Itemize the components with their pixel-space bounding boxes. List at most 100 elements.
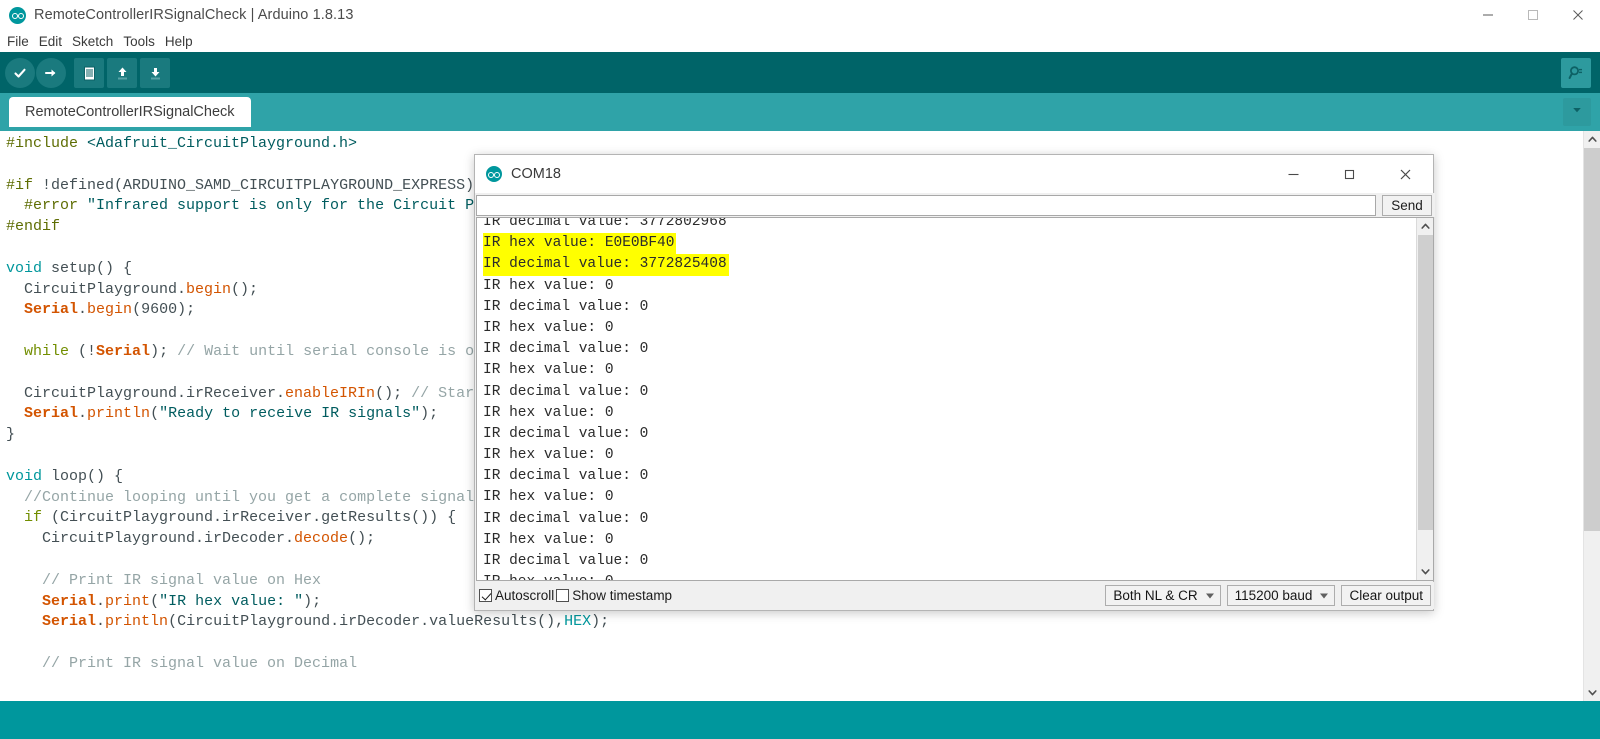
close-icon[interactable] bbox=[1555, 0, 1600, 30]
sketch-tab[interactable]: RemoteControllerIRSignalCheck bbox=[9, 97, 251, 127]
show-timestamp-checkbox[interactable]: Show timestamp bbox=[556, 588, 672, 603]
minimize-icon[interactable] bbox=[1265, 155, 1321, 193]
serial-output-line: IR decimal value: 3772802968 bbox=[483, 218, 729, 233]
tab-strip: RemoteControllerIRSignalCheck bbox=[0, 93, 1600, 131]
serial-scroll-thumb[interactable] bbox=[1418, 235, 1433, 530]
code-token: () { bbox=[96, 259, 133, 277]
scroll-up-icon[interactable] bbox=[1417, 218, 1433, 235]
serial-line: IR decimal value: 0 bbox=[483, 510, 649, 527]
arduino-icon bbox=[486, 166, 502, 182]
code-token: println bbox=[105, 613, 169, 631]
code-token: if bbox=[24, 509, 43, 527]
save-sketch-button[interactable] bbox=[140, 58, 170, 88]
code-token: #include bbox=[6, 135, 88, 152]
code-token: . bbox=[78, 301, 88, 319]
serial-output-panel[interactable]: IR decimal value: 3772802968 IR hex value… bbox=[476, 217, 1434, 581]
code-token: !defined(ARDUINO_SAMD_CIRCUITPLAYGROUND_… bbox=[42, 176, 475, 194]
code-token: void bbox=[6, 467, 52, 485]
upload-button[interactable] bbox=[36, 58, 66, 88]
magnifier-icon bbox=[1567, 64, 1585, 82]
show-timestamp-label: Show timestamp bbox=[572, 588, 673, 603]
verify-button[interactable] bbox=[5, 58, 35, 88]
checkbox-box bbox=[556, 589, 570, 602]
serial-output-line: IR decimal value: 0 bbox=[483, 424, 729, 445]
code-token: . bbox=[96, 613, 106, 631]
serial-line: IR decimal value: 0 bbox=[483, 553, 649, 569]
serial-output-scrollbar[interactable] bbox=[1416, 218, 1433, 580]
serial-monitor-title: COM18 bbox=[511, 166, 561, 182]
serial-output-line: IR decimal value: 0 bbox=[483, 339, 729, 360]
serial-line: IR hex value: 0 bbox=[483, 531, 614, 548]
serial-output-line: IR hex value: E0E0BF40 bbox=[483, 233, 729, 255]
arduino-icon bbox=[9, 6, 26, 24]
arrow-up-icon bbox=[114, 65, 131, 82]
code-line: Serial.println(CircuitPlayground.irDecod… bbox=[6, 612, 717, 633]
line-ending-select[interactable]: Both NL & CR bbox=[1105, 585, 1221, 606]
menu-item-tools[interactable]: Tools bbox=[118, 33, 160, 50]
chevron-down-icon bbox=[1320, 593, 1329, 598]
code-token: begin bbox=[186, 280, 232, 298]
editor-scroll-thumb[interactable] bbox=[1584, 148, 1600, 531]
code-token: (CircuitPlayground.irReceiver.getResults… bbox=[42, 509, 457, 527]
arrow-down-icon bbox=[147, 65, 164, 82]
code-token: Serial bbox=[96, 342, 151, 360]
code-token: CircuitPlayground. bbox=[6, 280, 187, 298]
window-title: RemoteControllerIRSignalCheck | Arduino … bbox=[34, 7, 354, 23]
serial-line: IR decimal value: 0 bbox=[483, 383, 649, 400]
autoscroll-label: Autoscroll bbox=[495, 588, 555, 603]
new-sketch-button[interactable] bbox=[74, 58, 104, 88]
serial-send-row: Send bbox=[475, 193, 1435, 217]
check-icon bbox=[12, 65, 28, 81]
clear-output-button[interactable]: Clear output bbox=[1341, 585, 1431, 606]
code-token: (CircuitPlayground.irDecoder.valueResult… bbox=[168, 613, 565, 631]
baud-rate-value: 115200 baud bbox=[1234, 588, 1313, 603]
serial-output-line: IR decimal value: 0 bbox=[483, 551, 729, 572]
serial-input[interactable] bbox=[476, 195, 1376, 216]
close-icon[interactable] bbox=[1377, 155, 1433, 193]
chevron-down-icon bbox=[1205, 593, 1214, 598]
code-token: // Print IR signal value on Hex bbox=[42, 571, 322, 589]
maximize-icon[interactable] bbox=[1510, 0, 1555, 30]
code-token: CircuitPlayground.irReceiver. bbox=[6, 384, 286, 402]
send-button[interactable]: Send bbox=[1382, 195, 1432, 216]
serial-output-line: IR hex value: 0 bbox=[483, 403, 729, 424]
menu-item-edit[interactable]: Edit bbox=[34, 33, 67, 50]
code-token: ); bbox=[591, 613, 610, 631]
baud-rate-select[interactable]: 115200 baud bbox=[1226, 585, 1336, 606]
code-token: HEX bbox=[564, 613, 592, 631]
serial-monitor-button[interactable] bbox=[1561, 58, 1591, 88]
main-toolbar bbox=[0, 52, 1600, 93]
serial-output-line: IR decimal value: 0 bbox=[483, 466, 729, 487]
code-token: print bbox=[105, 592, 151, 610]
maximize-icon[interactable] bbox=[1321, 155, 1377, 193]
menu-bar: File Edit Sketch Tools Help bbox=[0, 30, 1600, 52]
code-token: CircuitPlayground.irDecoder. bbox=[6, 530, 295, 548]
code-token: begin bbox=[87, 301, 133, 319]
open-sketch-button[interactable] bbox=[107, 58, 137, 88]
tab-menu-button[interactable] bbox=[1563, 98, 1591, 126]
serial-output-line: IR hex value: 0 bbox=[483, 572, 729, 580]
menu-item-sketch[interactable]: Sketch bbox=[67, 33, 118, 50]
autoscroll-checkbox[interactable]: Autoscroll bbox=[479, 588, 554, 603]
scroll-down-icon[interactable] bbox=[1417, 563, 1433, 580]
scroll-down-icon[interactable] bbox=[1584, 684, 1600, 701]
code-token: . bbox=[78, 405, 88, 423]
minimize-icon[interactable] bbox=[1465, 0, 1510, 30]
editor-scrollbar[interactable] bbox=[1583, 131, 1600, 701]
menu-item-file[interactable]: File bbox=[2, 33, 34, 50]
serial-output-line: IR decimal value: 0 bbox=[483, 509, 729, 530]
serial-line: IR decimal value: 0 bbox=[483, 298, 649, 315]
serial-line: IR decimal value: 0 bbox=[483, 425, 649, 442]
code-token: // Print IR signal value on Decimal bbox=[42, 654, 358, 672]
menu-item-help[interactable]: Help bbox=[160, 33, 198, 50]
code-token: <Adafruit_CircuitPlayground.h> bbox=[87, 135, 358, 152]
status-bar bbox=[0, 701, 1600, 739]
scroll-up-icon[interactable] bbox=[1584, 131, 1600, 148]
code-token: #error bbox=[6, 197, 88, 215]
